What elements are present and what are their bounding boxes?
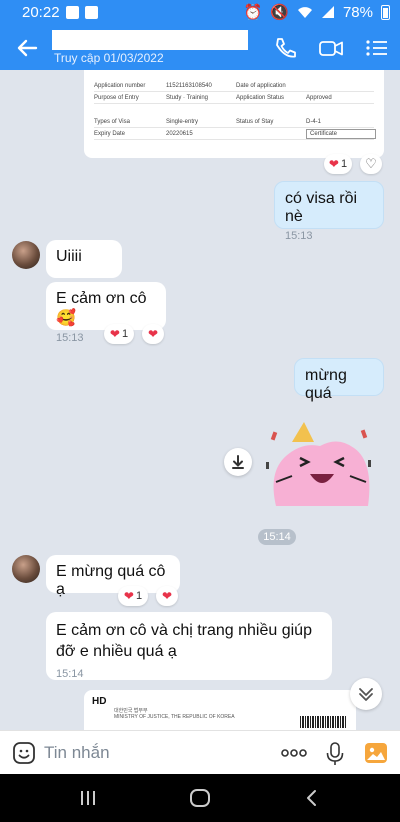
hd-badge: HD: [92, 696, 107, 707]
avatar[interactable]: [12, 555, 40, 583]
message-input-bar: [0, 730, 400, 774]
back-arrow-icon[interactable]: [14, 35, 42, 61]
add-reaction-button[interactable]: ❤: [142, 324, 164, 344]
heart-icon: ❤: [123, 589, 134, 603]
barcode-image: [300, 716, 346, 728]
notification-icon: [66, 6, 79, 19]
doc-row: Types of Visa Single-entry Status of Sta…: [94, 116, 374, 128]
battery-icon: [381, 4, 390, 20]
heart-icon: ❤: [328, 157, 339, 171]
add-reaction-button[interactable]: ❤: [156, 586, 178, 606]
heart-icon: ❤: [161, 589, 173, 603]
doc-row: [94, 104, 374, 116]
microphone-icon[interactable]: [325, 741, 345, 767]
doc-row: Application number 11521163108540 Date o…: [94, 80, 374, 92]
doc-row: Purpose of Entry Study · Training Applic…: [94, 92, 374, 104]
back-icon[interactable]: [300, 788, 324, 808]
status-time: 20:22: [22, 4, 60, 21]
party-sticker[interactable]: [262, 412, 380, 524]
certificate-button: Certificate: [306, 128, 376, 139]
add-reaction-button[interactable]: ♡: [360, 154, 382, 174]
recent-apps-icon[interactable]: [76, 788, 100, 808]
status-bar: 20:22 ⏰ 🔇 78%: [0, 0, 400, 26]
home-icon[interactable]: [188, 788, 212, 808]
wifi-icon: [297, 7, 312, 18]
chat-header: Truy cập 01/03/2022: [0, 26, 400, 70]
battery-percent: 78%: [342, 3, 373, 21]
video-call-icon[interactable]: [318, 36, 344, 60]
contact-name-redacted[interactable]: [52, 30, 248, 50]
heart-icon: ❤: [109, 327, 120, 341]
doc-row: Expiry Date 20220615 Certificate: [94, 128, 376, 140]
alarm-icon: ⏰: [243, 4, 263, 21]
visa-document-image[interactable]: Application number 11521163108540 Date o…: [84, 70, 384, 158]
message-bubble-sent[interactable]: có visa rồi nè 15:13: [274, 181, 384, 242]
last-seen: Truy cập 01/03/2022: [54, 51, 164, 65]
phone-call-icon[interactable]: [272, 36, 298, 60]
gallery-notification-icon: [85, 6, 98, 19]
reaction-badge[interactable]: ❤ 1: [104, 324, 134, 344]
gallery-icon[interactable]: [364, 741, 388, 765]
download-icon: [232, 455, 244, 469]
signal-icon: [321, 6, 334, 18]
reaction-badge[interactable]: ❤ 1: [118, 586, 148, 606]
message-input[interactable]: [44, 741, 264, 765]
heart-icon: ❤: [147, 327, 159, 341]
scroll-to-bottom-button[interactable]: [350, 678, 382, 710]
heart-outline-icon: ♡: [365, 156, 377, 171]
hd-image-card[interactable]: HD 대한민국 법무부 MINISTRY OF JUSTICE, THE REP…: [84, 690, 356, 730]
download-button[interactable]: [224, 448, 252, 476]
message-bubble-received[interactable]: E cảm ơn cô🥰 15:13: [46, 282, 166, 344]
double-chevron-down-icon: [359, 688, 373, 701]
message-bubble-received[interactable]: Uiiii: [46, 240, 122, 278]
more-options-icon[interactable]: [280, 744, 308, 762]
timestamp-pill: 15:14: [258, 529, 296, 545]
sticker-emoji-icon[interactable]: [12, 741, 36, 765]
message-bubble-sent[interactable]: mừng quá: [294, 358, 384, 402]
menu-icon[interactable]: [364, 36, 390, 60]
reaction-badge[interactable]: ❤ 1: [324, 154, 352, 174]
mute-icon: 🔇: [270, 4, 289, 21]
message-bubble-received[interactable]: E cảm ơn cô và chị trang nhiều giúp đỡ e…: [46, 612, 332, 680]
system-nav-bar: [0, 774, 400, 822]
avatar[interactable]: [12, 241, 40, 269]
